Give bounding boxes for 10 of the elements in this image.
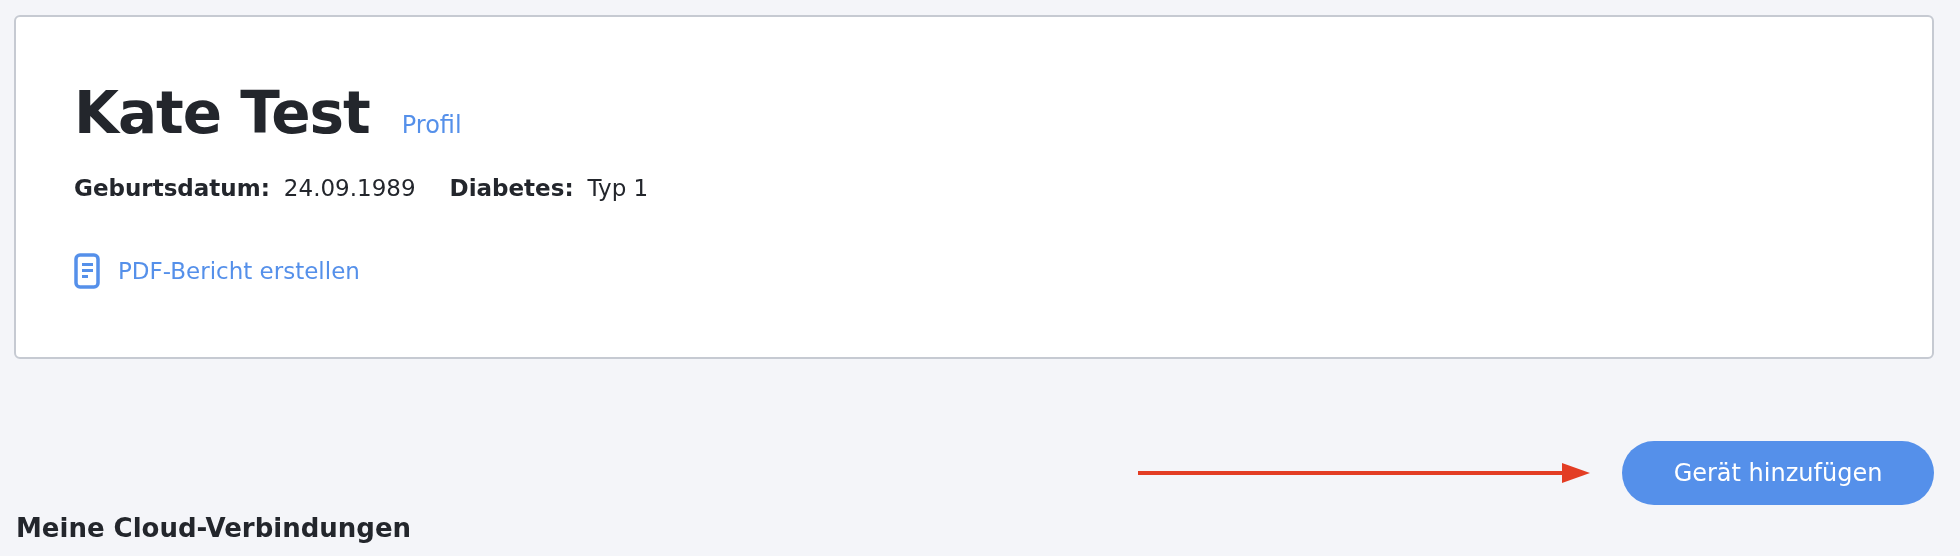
pdf-report-link[interactable]: PDF-Bericht erstellen [118, 258, 360, 284]
field-label: Geburtsdatum: [74, 175, 270, 201]
document-icon[interactable] [74, 253, 100, 289]
patient-name: Kate Test [74, 78, 370, 149]
field-value: Typ 1 [587, 175, 649, 201]
field-label: Diabetes: [449, 175, 574, 201]
add-device-button[interactable]: Gerät hinzufügen [1622, 441, 1934, 505]
field-value: 24.09.1989 [283, 175, 416, 201]
section-title: Meine Cloud-Verbindungen [16, 513, 413, 543]
profile-link[interactable]: Profil [401, 111, 462, 139]
